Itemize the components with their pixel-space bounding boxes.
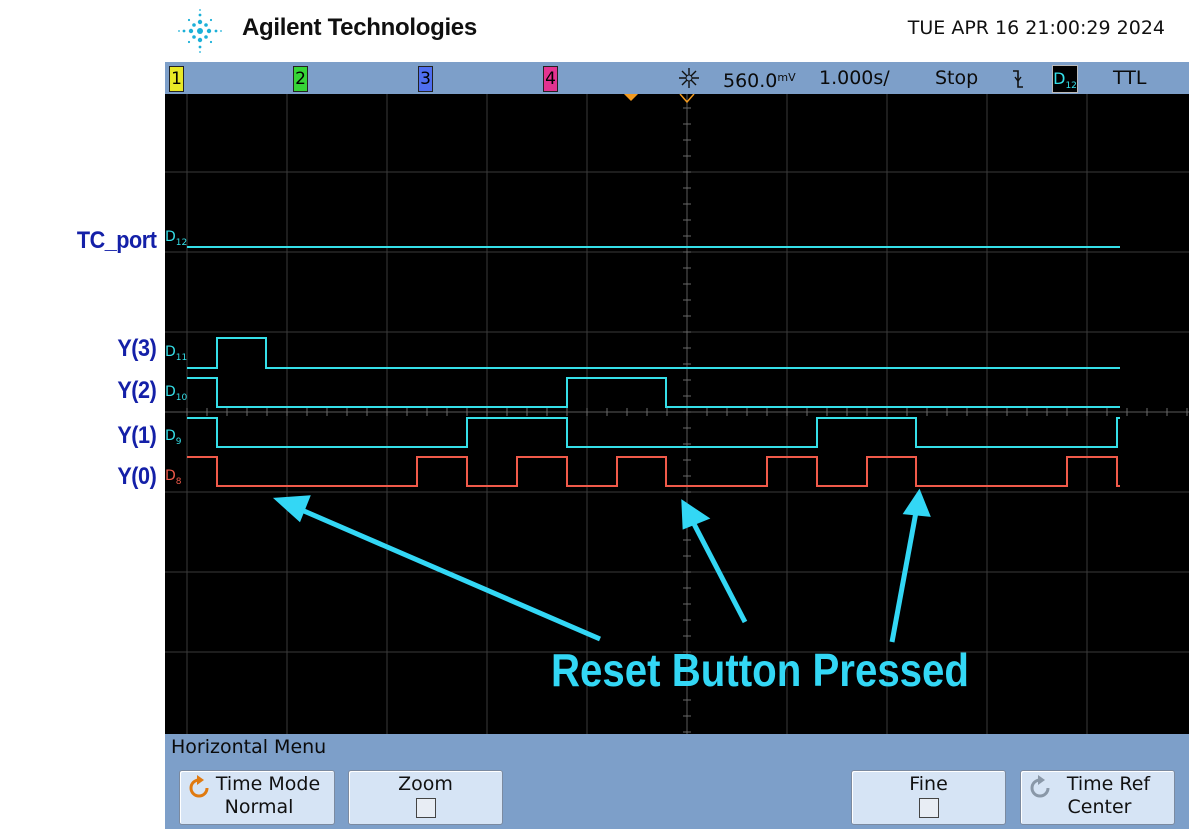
signal-label-tc-port: TC_port [76, 227, 156, 254]
trigger-level: 560.0mV [723, 70, 796, 92]
zoom-softkey[interactable]: Zoom [348, 770, 503, 825]
trace-label-d8: D8 [165, 468, 182, 487]
annotation-arrows [272, 488, 931, 643]
trigger-delay-marker [624, 94, 638, 101]
rotate-knob-icon [189, 775, 209, 798]
header: Agilent Technologies TUE APR 16 21:00:29… [165, 0, 1189, 62]
signal-label-y3: Y(3) [116, 335, 156, 362]
trace-y2 [187, 377, 1120, 408]
logic-threshold: TTL [1113, 67, 1147, 89]
rotate-knob-icon [1030, 775, 1050, 798]
channel-1-button[interactable]: 1 [169, 66, 184, 92]
waveform-display[interactable]: D12 D11 D10 D9 D8 Reset Button Pressed [165, 94, 1189, 734]
timebase-readout: 1.000s/ [819, 67, 890, 89]
zoom-checkbox[interactable] [415, 798, 436, 818]
fine-softkey[interactable]: Fine [851, 770, 1006, 825]
center-axes [165, 94, 1189, 734]
agilent-spark-icon [178, 9, 222, 53]
run-state: Stop [935, 67, 979, 89]
channel-4-button[interactable]: 4 [543, 66, 558, 92]
acquisition-icon [679, 68, 699, 88]
channel-2-button[interactable]: 2 [293, 66, 308, 92]
trigger-source: D12 [1052, 65, 1078, 93]
falling-edge-icon [1013, 70, 1023, 88]
graticule-grid [165, 94, 1189, 734]
date-time: TUE APR 16 21:00:29 2024 [907, 17, 1165, 39]
brand-name: Agilent Technologies [242, 14, 477, 41]
menu-title: Horizontal Menu [171, 736, 327, 758]
status-bar: 1 2 3 4 560.0mV 1.000s/ Stop D12 TTL [165, 62, 1189, 94]
signal-label-y1: Y(1) [116, 422, 156, 449]
trace-y3 [187, 337, 1120, 369]
trace-label-d9: D9 [165, 428, 182, 447]
trace-y1 [187, 417, 1120, 448]
channel-3-button[interactable]: 3 [418, 66, 433, 92]
time-ref-softkey[interactable]: Time Ref Center [1020, 770, 1175, 825]
waveform-canvas: D12 D11 D10 D9 D8 Reset Button Pressed [165, 94, 1189, 734]
trace-label-d12: D12 [165, 229, 187, 248]
trace-label-d11: D11 [165, 344, 187, 363]
horizontal-menu: Horizontal Menu Time Mode Normal Zoom Fi… [165, 734, 1189, 829]
signal-label-y0: Y(0) [116, 463, 156, 490]
signal-label-y2: Y(2) [116, 377, 156, 404]
annotation-text: Reset Button Pressed [551, 644, 969, 696]
trace-y0 [187, 456, 1120, 487]
channel-labels: D12 D11 D10 D9 D8 [165, 229, 188, 487]
time-mode-softkey[interactable]: Time Mode Normal [179, 770, 335, 825]
trace-label-d10: D10 [165, 384, 188, 403]
fine-checkbox[interactable] [918, 798, 939, 818]
